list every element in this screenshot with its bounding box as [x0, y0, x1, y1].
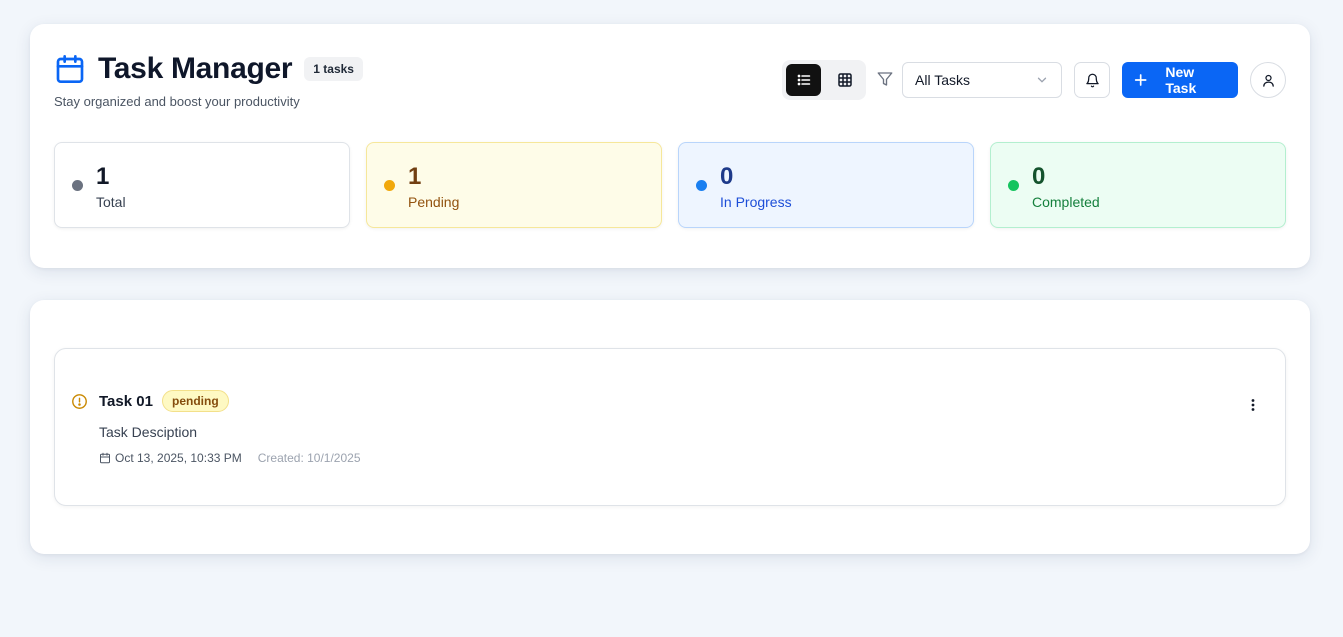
header-card: Task Manager 1 tasks Stay organized and …	[30, 24, 1310, 268]
status-badge: pending	[162, 390, 229, 412]
status-dot	[1008, 180, 1019, 191]
page-title: Task Manager	[98, 52, 293, 85]
task-count-badge: 1 tasks	[304, 57, 363, 81]
chevron-down-icon	[1037, 77, 1047, 83]
status-dot	[696, 180, 707, 191]
stat-label: Completed	[1032, 194, 1100, 210]
calendar-icon	[54, 53, 86, 85]
task-created-date: Created: 10/1/2025	[257, 451, 361, 465]
status-dot	[72, 180, 83, 191]
calendar-icon	[99, 452, 111, 464]
task-list-card: Task 01 pending Task Desciption Oct 13, …	[30, 300, 1310, 554]
view-toggle	[782, 60, 866, 100]
new-task-label: New Task	[1165, 64, 1197, 96]
task-more-button[interactable]	[1241, 393, 1265, 417]
task-filter-select[interactable]: All Tasks	[902, 62, 1062, 98]
list-icon	[797, 74, 810, 86]
list-view-button[interactable]	[786, 64, 821, 96]
stat-label: Total	[96, 194, 126, 210]
grid-view-button[interactable]	[827, 64, 862, 96]
grid-icon	[837, 73, 852, 87]
more-vertical-icon	[1251, 399, 1255, 411]
task-filter-selected: All Tasks	[915, 72, 970, 88]
stat-value: 1	[408, 163, 422, 190]
task-title: Task 01	[99, 393, 153, 410]
stat-card-pending: 1 Pending	[366, 142, 662, 228]
bell-icon	[1085, 73, 1099, 87]
task-due-date: Oct 13, 2025, 10:33 PM	[115, 451, 242, 465]
task-meta: Oct 13, 2025, 10:33 PM Created: 10/1/202…	[99, 451, 361, 465]
user-profile-button[interactable]	[1250, 62, 1286, 98]
alert-circle-icon	[71, 393, 88, 410]
plus-icon	[1134, 74, 1147, 86]
filter-icon	[876, 70, 894, 88]
stat-card-completed: 0 Completed	[990, 142, 1286, 228]
status-dot	[384, 180, 395, 191]
task-item[interactable]: Task 01 pending Task Desciption Oct 13, …	[54, 348, 1286, 506]
user-icon	[1262, 74, 1274, 87]
stat-label: In Progress	[720, 194, 792, 210]
stat-value: 0	[1032, 163, 1046, 190]
notifications-button[interactable]	[1074, 62, 1110, 98]
stat-card-total: 1 Total	[54, 142, 350, 228]
new-task-button[interactable]: New Task	[1122, 62, 1238, 98]
page-subtitle: Stay organized and boost your productivi…	[54, 94, 300, 109]
task-description: Task Desciption	[99, 424, 198, 440]
stat-value: 1	[96, 163, 110, 190]
stat-value: 0	[720, 163, 734, 190]
title-row: Task Manager 1 tasks	[54, 52, 363, 86]
stat-card-in-progress: 0 In Progress	[678, 142, 974, 228]
stat-label: Pending	[408, 194, 460, 210]
